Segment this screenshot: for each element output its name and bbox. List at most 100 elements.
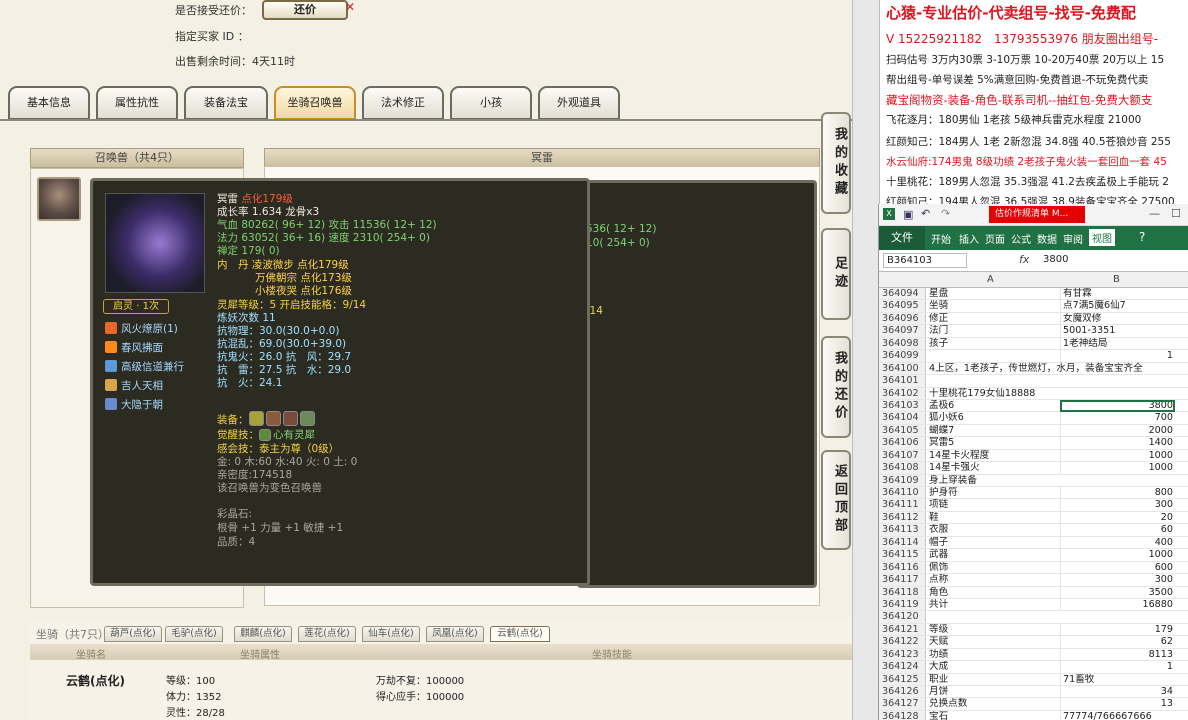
tab-spell-correction[interactable]: 法术修正	[362, 86, 444, 120]
tab-attributes[interactable]: 属性抗性	[96, 86, 178, 120]
row-number[interactable]: 364113	[879, 524, 926, 536]
row-number[interactable]: 364109	[879, 474, 926, 486]
tab-basic-info[interactable]: 基本信息	[8, 86, 90, 120]
cell-b[interactable]: 16880	[1060, 598, 1175, 612]
ribbon-file[interactable]: 文件	[879, 226, 925, 250]
mount-tab-2[interactable]: 毛驴(点化)	[165, 626, 223, 642]
cell-a[interactable]: 项链	[927, 499, 1060, 511]
minimize-icon[interactable]: —	[1149, 207, 1160, 220]
cell-b[interactable]: 1400	[1060, 437, 1175, 450]
row-number[interactable]: 364103	[879, 399, 926, 412]
cell-a[interactable]: 狐小妖6	[927, 412, 1060, 424]
cell-a[interactable]: 兑换点数	[927, 698, 1060, 710]
help-icon[interactable]: ?	[1139, 230, 1145, 244]
cell-a[interactable]: 角色	[927, 587, 1060, 599]
cell-b[interactable]: 179	[1060, 623, 1175, 637]
cell-b[interactable]: 3800	[1060, 399, 1175, 413]
row-number[interactable]: 364115	[879, 549, 926, 561]
cell-a[interactable]: 孟极6	[927, 400, 1060, 412]
cell-b[interactable]: 点7满5魔6仙7	[1060, 300, 1175, 313]
row-number[interactable]: 364094	[879, 288, 926, 300]
row-number[interactable]: 364108	[879, 462, 926, 474]
mount-tab-3[interactable]: 麒麟(点化)	[234, 626, 292, 642]
row-number[interactable]: 364114	[879, 536, 926, 549]
cell-b[interactable]: 300	[1060, 574, 1175, 587]
row-number[interactable]: 364123	[879, 648, 926, 661]
row-number[interactable]: 364097	[879, 325, 926, 337]
ribbon-layout[interactable]: 页面	[985, 231, 1005, 246]
cell-a[interactable]: 等级	[927, 624, 1060, 636]
row-number[interactable]: 364126	[879, 686, 926, 698]
cell-a[interactable]: 坐骑	[927, 300, 1060, 312]
tab-equipment[interactable]: 装备法宝	[184, 86, 268, 120]
cell-b[interactable]: 400	[1060, 536, 1175, 550]
row-number[interactable]: 364116	[879, 561, 926, 574]
cell-a[interactable]: 冥雷5	[927, 437, 1060, 449]
cell-a[interactable]: 修正	[927, 313, 1060, 325]
ribbon-home[interactable]: 开始	[931, 231, 951, 246]
cell-b[interactable]: 800	[1060, 487, 1175, 500]
row-number[interactable]: 364119	[879, 598, 926, 611]
counter-offer-button[interactable]: 还价	[262, 0, 348, 20]
equip-slot-4-icon[interactable]	[299, 411, 315, 426]
cell-b[interactable]: 女魔双修	[1060, 312, 1175, 326]
mount-tab-6[interactable]: 凤凰(点化)	[426, 626, 484, 642]
row-number[interactable]: 364128	[879, 710, 926, 720]
equip-slot-2-icon[interactable]	[265, 411, 281, 426]
col-b-header[interactable]: B	[1113, 274, 1120, 285]
row-number[interactable]: 364111	[879, 499, 926, 511]
footprint-button[interactable]: 足迹	[821, 228, 851, 320]
cell-b[interactable]: 700	[1060, 412, 1175, 425]
save-icon[interactable]: ▣	[903, 208, 913, 221]
cell-b[interactable]: 71畜牧	[1060, 673, 1175, 687]
cell-a[interactable]: 鞋	[927, 512, 1060, 524]
cell-a[interactable]: 佩饰	[927, 562, 1060, 574]
row-number[interactable]: 364107	[879, 449, 926, 462]
row-number[interactable]: 364095	[879, 300, 926, 312]
ribbon-data[interactable]: 数据	[1037, 231, 1057, 246]
row-number[interactable]: 364120	[879, 611, 926, 623]
ribbon-insert[interactable]: 插入	[959, 231, 979, 246]
cell-b[interactable]: 77774/766667666	[1060, 710, 1175, 720]
cell-b[interactable]: 8113	[1060, 648, 1175, 662]
cell-a[interactable]: 14星卡强火	[927, 462, 1060, 474]
row-number[interactable]: 364102	[879, 387, 926, 399]
cell-a[interactable]: 帽子	[927, 537, 1060, 549]
row-number[interactable]: 364124	[879, 661, 926, 673]
cell-a[interactable]: 武器	[927, 549, 1060, 561]
cell-b[interactable]: 3500	[1060, 586, 1175, 599]
cell-a[interactable]: 共计	[927, 599, 1060, 611]
row-number[interactable]: 364125	[879, 673, 926, 685]
cell-b[interactable]: 300	[1060, 499, 1175, 512]
row-number[interactable]: 364105	[879, 424, 926, 437]
cell-b[interactable]: 1老神结局	[1060, 337, 1175, 351]
cell-a[interactable]: 4上区，1老孩子，传世燃灯，水月，装备宝宝齐全	[927, 363, 1188, 375]
close-icon[interactable]: ✕	[345, 0, 355, 14]
mount-tab-4[interactable]: 莲花(点化)	[298, 626, 356, 642]
mount-tab-5[interactable]: 仙车(点化)	[362, 626, 420, 642]
row-number[interactable]: 364118	[879, 586, 926, 598]
summon-thumbnail[interactable]	[37, 177, 81, 221]
cell-b[interactable]: 600	[1060, 561, 1175, 575]
cell-b[interactable]: 1	[1060, 350, 1175, 363]
cell-a[interactable]: 月饼	[927, 686, 1060, 698]
cell-b[interactable]: 62	[1060, 636, 1175, 649]
cell-b[interactable]: 1000	[1060, 549, 1175, 562]
mount-tab-1[interactable]: 葫芦(点化)	[104, 626, 162, 642]
ribbon-review[interactable]: 审阅	[1063, 231, 1083, 246]
formula-value[interactable]: 3800	[1043, 254, 1068, 265]
cell-a[interactable]: 衣服	[927, 524, 1060, 536]
row-number[interactable]: 364122	[879, 636, 926, 648]
equip-slot-1-icon[interactable]	[248, 411, 264, 426]
row-number[interactable]: 364117	[879, 574, 926, 586]
cell-a[interactable]: 护身符	[927, 487, 1060, 499]
cell-a[interactable]: 身上穿装备	[927, 475, 1060, 487]
cell-b[interactable]: 13	[1060, 698, 1175, 711]
col-a-header[interactable]: A	[987, 274, 994, 285]
undo-icon[interactable]: ↶	[921, 207, 930, 220]
row-number[interactable]: 364121	[879, 623, 926, 636]
cell-b[interactable]: 1000	[1060, 462, 1175, 475]
row-number[interactable]: 364104	[879, 412, 926, 424]
ribbon-view[interactable]: 视图	[1089, 229, 1115, 246]
cell-b[interactable]: 1	[1060, 661, 1175, 674]
